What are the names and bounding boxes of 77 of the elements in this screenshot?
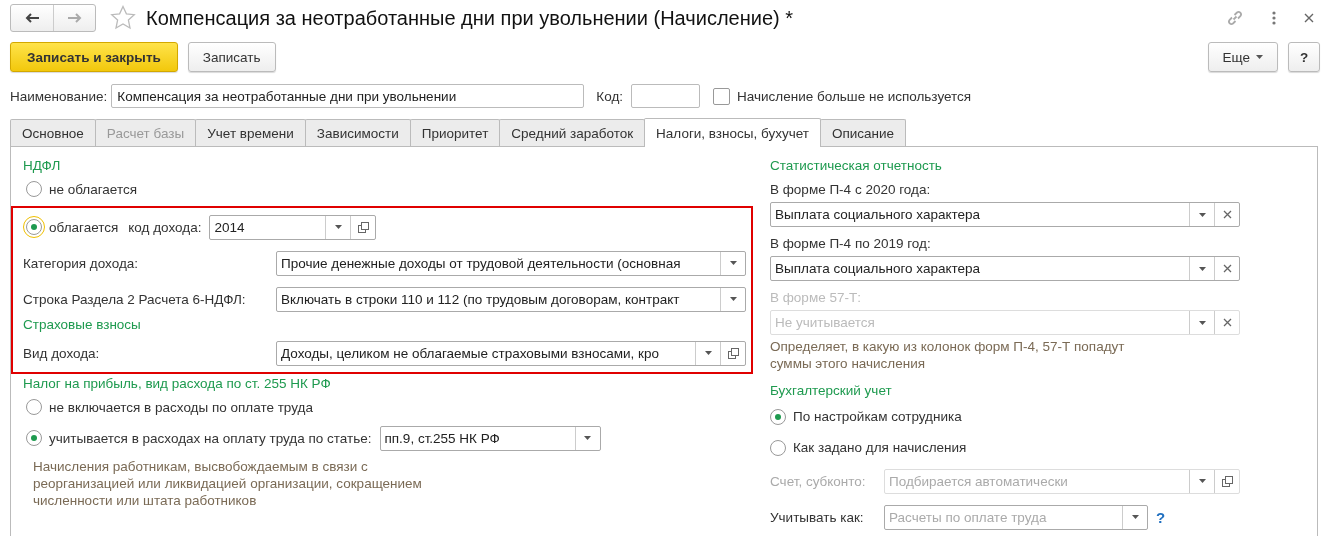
- checkbox-label: Начисление больше не используется: [737, 88, 972, 104]
- clear-icon: [1222, 210, 1232, 219]
- radio-label: не включается в расходы по оплате труда: [49, 399, 313, 415]
- code-label: Код:: [596, 88, 624, 104]
- radio-label: учитывается в расходах на оплату труда по статье:: [49, 430, 372, 446]
- field-label: Вид дохода:: [23, 345, 101, 361]
- open-icon: [1221, 475, 1233, 487]
- caret-icon: [1198, 266, 1206, 271]
- help-button[interactable]: ?: [1288, 42, 1320, 72]
- close-icon[interactable]: [1304, 13, 1314, 23]
- caret-icon: [1198, 479, 1206, 483]
- radio-button[interactable]: [26, 181, 42, 197]
- select-field[interactable]: Выплата социального характера: [770, 202, 1240, 227]
- caret-icon: [1198, 320, 1206, 325]
- field-label: В форме П-4 по 2019 год:: [770, 235, 932, 253]
- caret-icon: [584, 436, 591, 440]
- radio-label: Как задано для начисления: [793, 440, 967, 455]
- radio-label: облагается: [49, 219, 119, 235]
- radio-button[interactable]: [26, 219, 42, 235]
- link-icon[interactable]: [1226, 9, 1244, 27]
- name-field[interactable]: Компенсация за неотработанные дни при увольнении: [111, 84, 585, 108]
- more-options-icon[interactable]: [1272, 11, 1276, 25]
- tab[interactable]: Зависимости: [304, 119, 411, 146]
- field-label: В форме 57-Т:: [770, 289, 862, 307]
- note-text: Начисления работникам, высвобождаемым в связи с реорганизацией или ликвидацией организации, сокращением численности или штата работников: [32, 458, 423, 509]
- open-icon: [357, 221, 369, 233]
- more-button[interactable]: Еще: [1207, 42, 1278, 72]
- window-title: Компенсация за неотработанные дни при увольнении (Начисление) *: [146, 6, 794, 30]
- save-button[interactable]: Записать: [187, 42, 276, 72]
- radio-button[interactable]: [26, 399, 42, 415]
- tab[interactable]: Приоритет: [409, 119, 501, 146]
- field-label: Счет, субконто:: [770, 473, 867, 489]
- section-title: НДФЛ: [22, 157, 62, 175]
- field-label: Учитывать как:: [770, 509, 865, 525]
- caret-icon: [729, 261, 737, 265]
- tab[interactable]: Средний заработок: [499, 119, 646, 146]
- caret-icon: [1131, 515, 1139, 519]
- caret-icon: [1256, 55, 1263, 59]
- tab[interactable]: Учет времени: [195, 119, 306, 146]
- income-code-field[interactable]: 2014: [209, 214, 377, 240]
- section-title: Налог на прибыль, вид расхода по ст. 255 НК РФ: [22, 375, 332, 393]
- section-title: Статистическая отчетность: [770, 157, 943, 175]
- code-field[interactable]: [631, 84, 701, 108]
- help-link[interactable]: ?: [1156, 508, 1166, 526]
- section-title: Страховые взносы: [22, 316, 142, 334]
- field-label: Строка Раздела 2 Расчета 6-НДФЛ:: [23, 291, 247, 307]
- tab[interactable]: Налоги, взносы, бухучет: [644, 118, 821, 147]
- select-field[interactable]: Прочие денежные доходы от трудовой деятельности (основная: [276, 250, 746, 276]
- save-and-close-button[interactable]: Записать и закрыть: [10, 42, 178, 72]
- article-select-field[interactable]: пп.9, ст.255 НК РФ: [379, 425, 601, 451]
- clear-icon: [1222, 318, 1232, 327]
- radio-label: По настройкам сотрудника: [793, 409, 962, 424]
- radio-label: не облагается: [49, 181, 138, 197]
- open-icon: [727, 347, 739, 359]
- forward-arrow-icon: [67, 13, 82, 23]
- name-label: Наименование:: [10, 88, 108, 104]
- checkbox[interactable]: [713, 87, 731, 105]
- select-field[interactable]: Доходы, целиком не облагаемые страховыми взносами, кро: [276, 340, 746, 366]
- caret-icon: [334, 225, 342, 229]
- field-label: Категория дохода:: [23, 255, 140, 271]
- select-field[interactable]: Включать в строки 110 и 112 (по трудовым договорам, контракт: [276, 286, 746, 312]
- note-text: Определяет, в какую из колонок форм П-4, 57-Т попадут суммы этого начисления: [770, 338, 1126, 372]
- field-label: В форме П-4 с 2020 года:: [770, 181, 932, 199]
- caret-icon: [704, 351, 712, 355]
- radio-button[interactable]: [26, 430, 42, 446]
- caret-icon: [729, 297, 737, 301]
- clear-icon: [1222, 264, 1232, 273]
- section-title: Бухгалтерский учет: [770, 382, 893, 400]
- back-arrow-icon: [25, 13, 39, 23]
- income-code-label: код дохода:: [128, 219, 202, 235]
- tab[interactable]: Описание: [819, 119, 907, 146]
- caret-icon: [1198, 212, 1206, 217]
- radio-button[interactable]: [770, 439, 786, 456]
- select-field[interactable]: Выплата социального характера: [770, 256, 1240, 281]
- star-icon[interactable]: [110, 5, 136, 31]
- radio-button[interactable]: [770, 408, 786, 425]
- tab[interactable]: Основное: [10, 119, 96, 146]
